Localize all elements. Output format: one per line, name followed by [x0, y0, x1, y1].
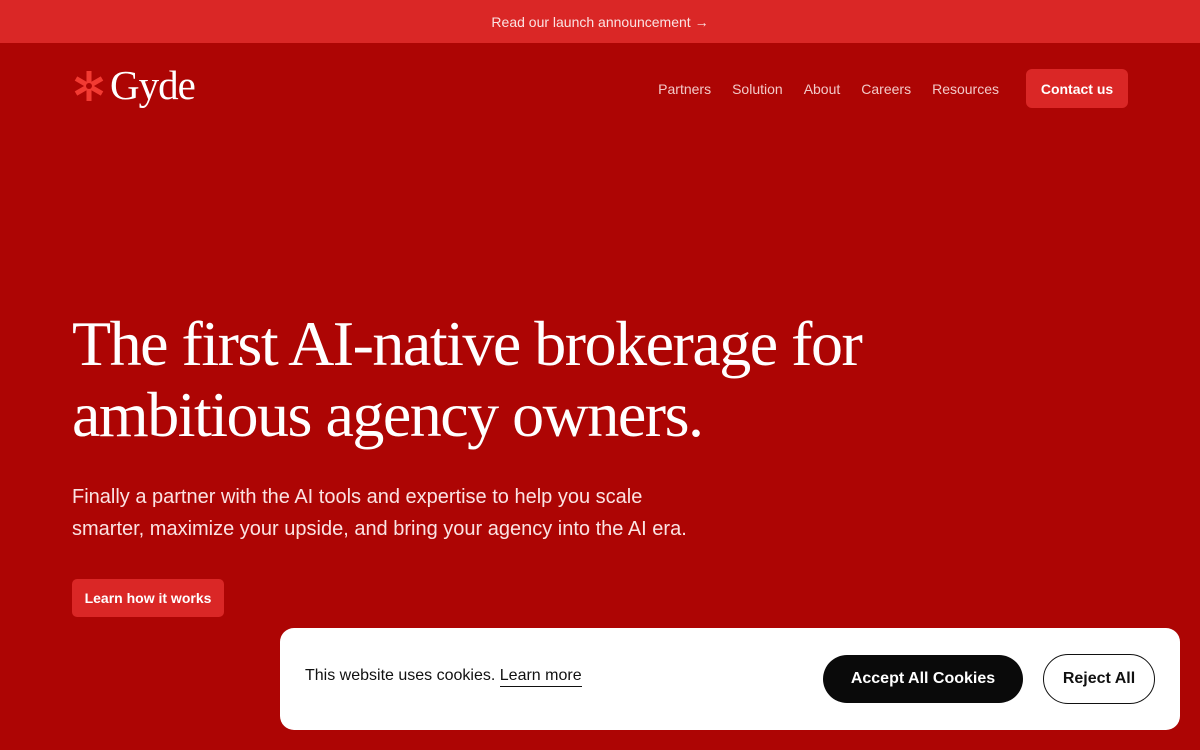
- contact-us-button[interactable]: Contact us: [1026, 69, 1128, 108]
- cookie-message: This website uses cookies.: [305, 667, 496, 684]
- announcement-bar: Read our launch announcement →: [0, 0, 1200, 43]
- nav-item-solution[interactable]: Solution: [732, 81, 783, 97]
- hero-subtitle-line-2: smarter, maximize your upside, and bring…: [72, 518, 687, 540]
- nav-item-about[interactable]: About: [804, 81, 841, 97]
- brand-name: Gyde: [110, 62, 196, 108]
- nav-item-partners[interactable]: Partners: [658, 81, 711, 97]
- cookie-learn-more-link[interactable]: Learn more: [499, 667, 582, 687]
- logo[interactable]: Gyde: [72, 62, 196, 108]
- arrow-right-icon: →: [694, 13, 709, 30]
- reject-all-button[interactable]: Reject All: [1043, 654, 1155, 704]
- accept-all-cookies-button[interactable]: Accept All Cookies: [823, 655, 1023, 703]
- cookie-message-row: This website uses cookies. Learn more: [305, 667, 582, 687]
- hero-subtitle-line-1: Finally a partner with the AI tools and …: [72, 486, 643, 508]
- main-nav: Partners Solution About Careers Resource…: [637, 69, 1128, 108]
- hero-title: The first AI-native brokerage for ambiti…: [72, 308, 972, 450]
- asterisk-burst-icon: [74, 70, 104, 101]
- hero-subtitle: Finally a partner with the AI tools and …: [72, 481, 752, 545]
- cookie-banner: This website uses cookies. Learn more Ac…: [280, 628, 1180, 730]
- nav-item-careers[interactable]: Careers: [861, 81, 911, 97]
- hero-title-line-2: ambitious agency owners.: [72, 379, 704, 450]
- announcement-link[interactable]: Read our launch announcement →: [491, 14, 708, 30]
- hero-title-line-1: The first AI-native brokerage for: [72, 308, 863, 379]
- announcement-text: Read our launch announcement: [491, 13, 691, 30]
- nav-item-resources[interactable]: Resources: [932, 81, 999, 97]
- learn-how-it-works-button[interactable]: Learn how it works: [72, 579, 224, 617]
- site-header: Gyde Partners Solution About Careers Res…: [0, 43, 1200, 133]
